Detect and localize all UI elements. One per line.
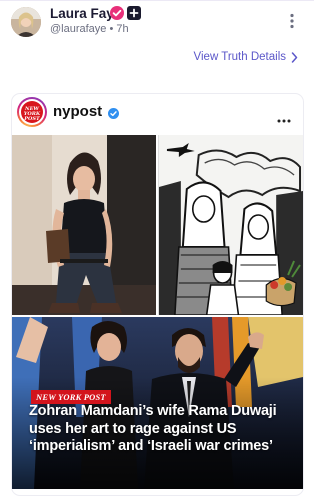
view-truth-details-label: View Truth Details bbox=[193, 51, 286, 63]
nypost-logo[interactable]: NEW YORK POST bbox=[17, 97, 47, 127]
follow-button[interactable] bbox=[127, 6, 141, 20]
view-truth-details-link[interactable]: View Truth Details bbox=[194, 51, 298, 63]
blue-verified-icon bbox=[108, 106, 119, 119]
embed-header: NEW YORK POST nypost bbox=[12, 94, 303, 132]
handle-and-time: @laurafaye • 7h bbox=[50, 23, 129, 35]
plus-icon bbox=[129, 8, 139, 18]
photo-stage-couple[interactable]: NEW YORK POST Zohran Mamdani’s wife Rama… bbox=[12, 317, 303, 489]
verified-check-icon bbox=[110, 6, 124, 20]
handle[interactable]: @laurafaye bbox=[50, 23, 106, 35]
more-horizontal-icon[interactable] bbox=[277, 110, 291, 123]
embed-account-name[interactable]: nypost bbox=[53, 103, 102, 120]
article-headline[interactable]: Zohran Mamdani’s wife Rama Duwaji uses h… bbox=[29, 403, 297, 456]
nypost-logo-mark: NEW YORK POST bbox=[21, 101, 43, 123]
post-header: Laura Faye @laurafaye • 7h bbox=[0, 0, 314, 44]
separator: • bbox=[109, 23, 114, 35]
more-vertical-icon[interactable] bbox=[288, 13, 296, 29]
timestamp: 7h bbox=[116, 23, 129, 35]
brand-tag: NEW YORK POST bbox=[31, 390, 111, 404]
chevron-right-icon bbox=[291, 51, 298, 63]
photo-woman-portrait[interactable] bbox=[12, 135, 156, 315]
avatar[interactable] bbox=[11, 7, 41, 37]
illustration-women-family[interactable] bbox=[158, 135, 303, 315]
embedded-instagram-card[interactable]: NEW YORK POST nypost NEW YORK POST Zohra… bbox=[12, 94, 303, 495]
